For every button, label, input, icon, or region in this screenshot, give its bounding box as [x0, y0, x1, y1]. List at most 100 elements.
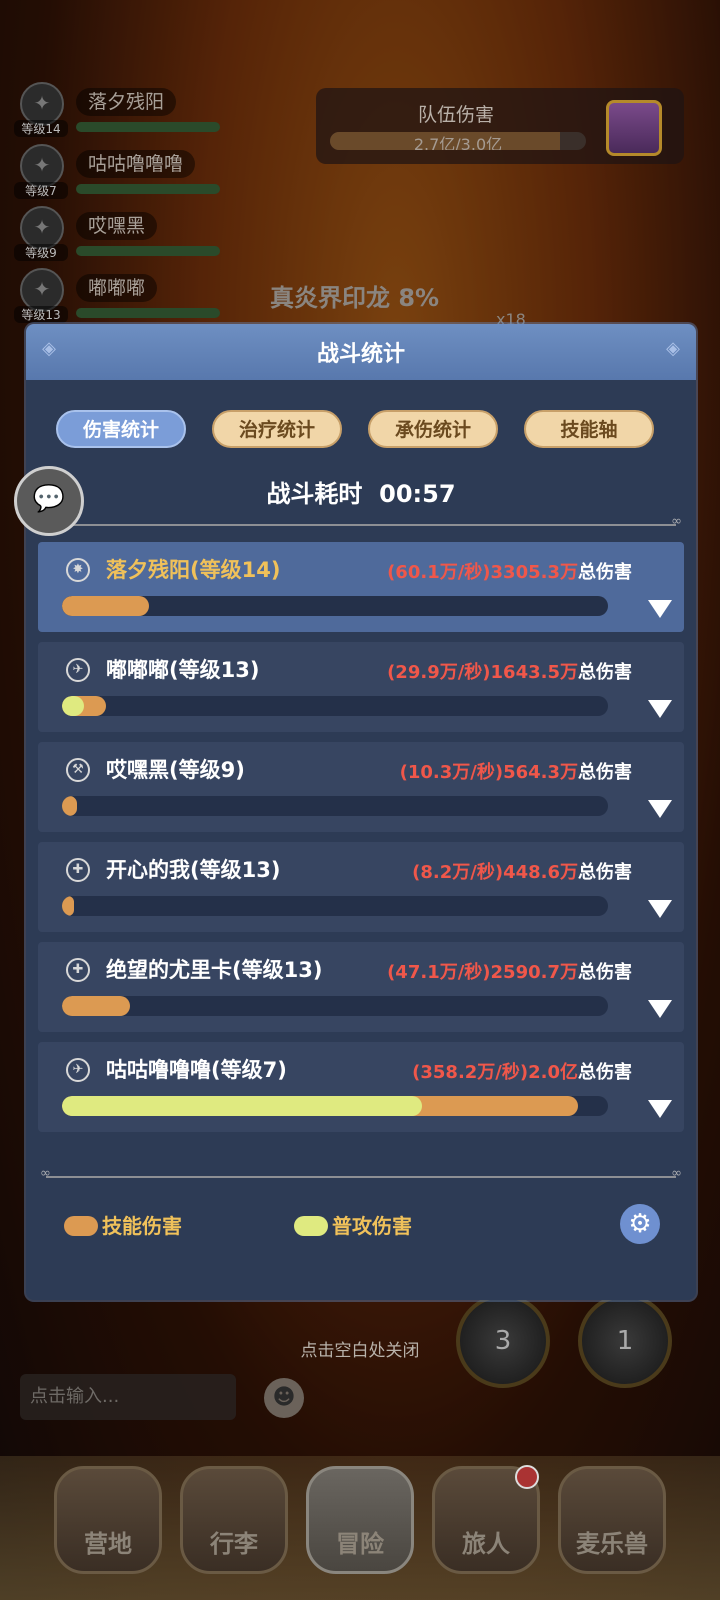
damage-stat: (358.2万/秒)2.0亿总伤害	[412, 1058, 632, 1084]
dps-value: (358.2万/秒)	[412, 1062, 529, 1083]
total-damage-suffix: 总伤害	[578, 562, 632, 583]
total-damage-suffix: 总伤害	[578, 862, 632, 883]
damage-bar	[62, 596, 608, 616]
member-name: 嘟嘟嘟	[76, 274, 158, 302]
duration-label: 战斗耗时	[266, 480, 363, 508]
player-name: 哎嘿黑(等级9)	[106, 758, 245, 782]
damage-row[interactable]: ⚒ 哎嘿黑(等级9) (10.3万/秒)564.3万总伤害	[38, 742, 684, 832]
total-damage-value: 2.0亿	[528, 1062, 578, 1083]
notification-dot	[515, 1465, 539, 1489]
member-name: 落夕残阳	[76, 88, 177, 116]
compass-icon: ✈	[66, 1058, 90, 1082]
nav-luggage[interactable]: 行李	[180, 1466, 288, 1574]
expand-arrow-icon[interactable]	[648, 800, 672, 818]
boss-name: 真炎界印龙 8%	[270, 284, 440, 312]
gear-icon[interactable]: ⚙	[620, 1204, 660, 1244]
team-damage-bar: 2.7亿/3.0亿	[330, 132, 586, 150]
dps-value: (60.1万/秒)	[387, 562, 491, 583]
skill-damage-fill	[62, 896, 74, 916]
nav-label: 行李	[210, 1530, 258, 1558]
damage-stat: (10.3万/秒)564.3万总伤害	[400, 758, 632, 784]
total-damage-value: 3305.3万	[490, 562, 578, 583]
battle-duration: 战斗耗时 00:57	[26, 474, 696, 509]
member-hp-bar	[76, 246, 220, 256]
modal-title: 战斗统计	[316, 342, 405, 367]
skill-damage-legend-label: 技能伤害	[102, 1214, 182, 1238]
damage-bar	[62, 1096, 608, 1116]
bottom-nav: 营地 行李 冒险 旅人 麦乐兽	[0, 1456, 720, 1600]
total-damage-value: 448.6万	[503, 862, 578, 883]
member-level: 等级14	[14, 120, 68, 137]
divider	[40, 514, 682, 529]
dps-value: (29.9万/秒)	[387, 662, 491, 683]
damage-stat: (29.9万/秒)1643.5万总伤害	[387, 658, 632, 684]
damage-bar	[62, 696, 608, 716]
compass-icon: ✈	[66, 658, 90, 682]
damage-row[interactable]: ✚ 绝望的尤里卡(等级13) (47.1万/秒)2590.7万总伤害	[38, 942, 684, 1032]
team-damage-value: 2.7亿/3.0亿	[413, 135, 503, 150]
total-damage-suffix: 总伤害	[578, 762, 632, 783]
nav-label: 营地	[84, 1530, 132, 1558]
normal-damage-fill	[62, 1096, 423, 1116]
damage-row[interactable]: ✸ 落夕残阳(等级14) (60.1万/秒)3305.3万总伤害	[38, 542, 684, 632]
skill-damage-legend-swatch	[64, 1216, 98, 1236]
expand-arrow-icon[interactable]	[648, 700, 672, 718]
player-name: 咕咕噜噜噜(等级7)	[106, 1058, 287, 1082]
player-name: 落夕残阳(等级14)	[106, 558, 281, 582]
chat-bubble-icon[interactable]: 💬	[14, 466, 84, 536]
tab-healing-stats[interactable]: 治疗统计	[212, 410, 342, 448]
member-name: 咕咕噜噜噜	[76, 150, 196, 178]
nav-label: 冒险	[336, 1530, 384, 1558]
nav-travelers[interactable]: 旅人	[432, 1465, 540, 1574]
player-name: 开心的我(等级13)	[106, 858, 281, 882]
tab-damage-taken-stats[interactable]: 承伤统计	[368, 410, 498, 448]
total-damage-suffix: 总伤害	[578, 1062, 632, 1083]
damage-stat: (60.1万/秒)3305.3万总伤害	[387, 558, 632, 584]
total-damage-suffix: 总伤害	[578, 962, 632, 983]
damage-row[interactable]: ✈ 咕咕噜噜噜(等级7) (358.2万/秒)2.0亿总伤害	[38, 1042, 684, 1132]
dps-value: (8.2万/秒)	[412, 862, 504, 883]
tab-damage-stats[interactable]: 伤害统计	[56, 410, 186, 448]
tab-skill-timeline[interactable]: 技能轴	[524, 410, 654, 448]
total-damage-value: 564.3万	[503, 762, 578, 783]
nav-adventure[interactable]: 冒险	[306, 1466, 414, 1574]
member-hp-bar	[76, 122, 220, 132]
crosshair-icon: ✚	[66, 958, 90, 982]
expand-arrow-icon[interactable]	[648, 600, 672, 618]
expand-arrow-icon[interactable]	[648, 1100, 672, 1118]
close-hint: 点击空白处关闭	[300, 1341, 420, 1361]
damage-row[interactable]: ✚ 开心的我(等级13) (8.2万/秒)448.6万总伤害	[38, 842, 684, 932]
skill-damage-fill	[62, 796, 77, 816]
member-name: 哎嘿黑	[76, 212, 158, 240]
normal-damage-legend-label: 普攻伤害	[332, 1214, 412, 1238]
total-damage-value: 1643.5万	[490, 662, 578, 683]
chat-input[interactable]: 点击输入...	[20, 1374, 236, 1420]
nav-pets[interactable]: 麦乐兽	[558, 1466, 666, 1574]
member-level: 等级13	[14, 306, 68, 323]
expand-arrow-icon[interactable]	[648, 900, 672, 918]
damage-bar	[62, 896, 608, 916]
skill-damage-fill	[62, 996, 131, 1016]
wrench-icon: ⚒	[66, 758, 90, 782]
damage-stat: (47.1万/秒)2590.7万总伤害	[387, 958, 632, 984]
expand-arrow-icon[interactable]	[648, 1000, 672, 1018]
crosshair-icon: ✚	[66, 858, 90, 882]
diamond-ornament-icon: ◈	[666, 338, 680, 359]
member-hp-bar	[76, 308, 220, 318]
team-damage-title: 队伍伤害	[417, 104, 494, 126]
nav-label: 旅人	[462, 1530, 510, 1558]
modal-header: ◈ 战斗统计 ◈	[26, 324, 696, 380]
damage-row[interactable]: ✈ 嘟嘟嘟(等级13) (29.9万/秒)1643.5万总伤害	[38, 642, 684, 732]
player-name: 嘟嘟嘟(等级13)	[106, 658, 260, 682]
emoji-icon[interactable]: ☻	[264, 1378, 304, 1418]
divider	[40, 1166, 682, 1181]
sun-emblem-icon: ✸	[66, 558, 90, 582]
dps-value: (10.3万/秒)	[399, 762, 504, 783]
member-level: 等级9	[14, 244, 68, 261]
member-level: 等级7	[14, 182, 68, 199]
nav-camp[interactable]: 营地	[54, 1466, 162, 1574]
treasure-chest-icon[interactable]	[606, 100, 662, 156]
damage-stat: (8.2万/秒)448.6万总伤害	[412, 858, 632, 884]
duration-value: 00:57	[379, 480, 456, 508]
damage-bar	[62, 796, 608, 816]
